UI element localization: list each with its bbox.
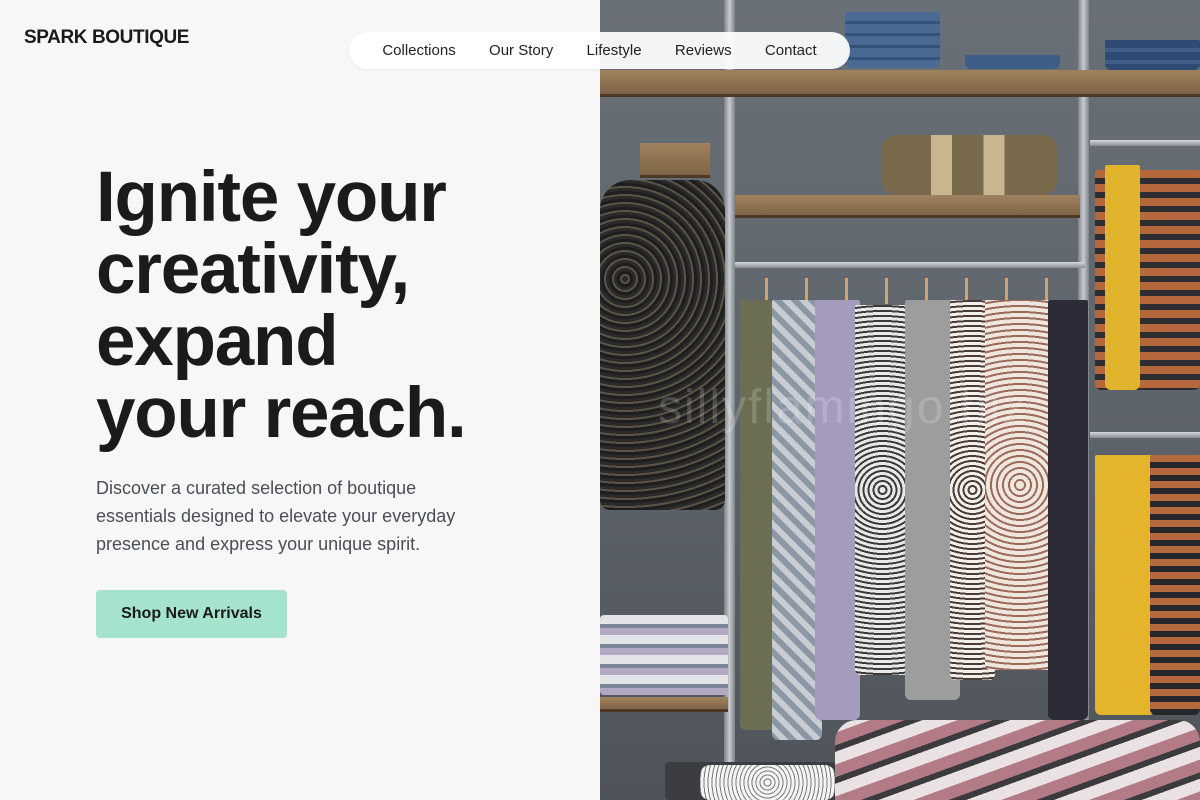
hero-photo: sillyflamingo.biz: [600, 0, 1200, 800]
folded-sweater: [835, 720, 1200, 800]
headline-line: expand: [96, 302, 339, 381]
yellow-garment: [1105, 165, 1140, 390]
hanging-garment: [1048, 300, 1088, 720]
headline-line: your reach.: [96, 374, 467, 453]
hanger: [885, 278, 888, 304]
striped-shirt: [1150, 455, 1200, 715]
nav-link-reviews[interactable]: Reviews: [675, 42, 732, 59]
hanging-garment: [855, 305, 910, 675]
nav-link-lifestyle[interactable]: Lifestyle: [587, 42, 642, 59]
wooden-shelf: [600, 697, 728, 712]
hero-panel: SPARK BOUTIQUE Ignite your creativity, e…: [0, 0, 600, 800]
clothing-rod: [735, 262, 1085, 268]
hanging-garment: [985, 300, 1055, 670]
nav-link-collections[interactable]: Collections: [382, 42, 455, 59]
main-nav: Collections Our Story Lifestyle Reviews …: [349, 32, 850, 69]
yellow-garment: [1095, 455, 1155, 715]
duffel-bag: [882, 135, 1057, 195]
headline-line: Ignite your: [96, 158, 447, 237]
folded-jeans: [845, 12, 940, 68]
floral-dress: [600, 180, 725, 510]
watermark: sillyflamingo.biz: [658, 381, 1029, 434]
hanging-garment: [815, 300, 860, 720]
clothing-rod: [1090, 432, 1200, 438]
hero-subtext: Discover a curated selection of boutique…: [96, 478, 456, 554]
folded-top: [700, 765, 835, 800]
nav-link-our-story[interactable]: Our Story: [489, 42, 553, 59]
headline-line: creativity,: [96, 230, 410, 309]
wooden-shelf: [735, 195, 1080, 218]
folded-jeans: [1105, 40, 1200, 70]
shop-new-arrivals-button[interactable]: Shop New Arrivals: [96, 590, 287, 638]
clothing-rod: [1090, 140, 1200, 146]
wooden-hook-board: [640, 143, 710, 178]
nav-link-contact[interactable]: Contact: [765, 42, 817, 59]
hero-headline: Ignite your creativity, expand your reac…: [96, 158, 467, 453]
folded-stack: [600, 615, 728, 695]
brand-logo[interactable]: SPARK BOUTIQUE: [24, 27, 189, 49]
folded-jeans: [965, 55, 1060, 69]
wooden-shelf: [600, 70, 1200, 97]
